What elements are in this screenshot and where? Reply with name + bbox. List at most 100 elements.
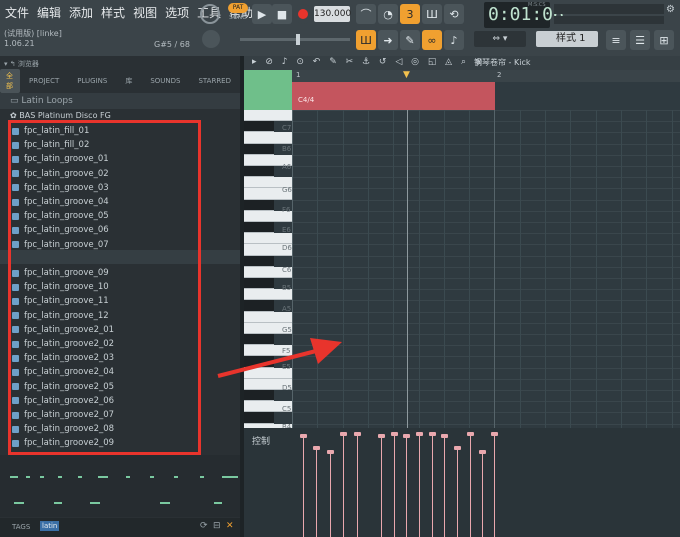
pattern-edit-icon[interactable]: ≡ xyxy=(606,30,626,50)
timeline-ruler[interactable]: 1 2 ▼ xyxy=(292,70,680,82)
velocity-bar[interactable] xyxy=(357,434,358,537)
step-edit-icon[interactable]: Ш xyxy=(422,4,442,24)
record-button[interactable] xyxy=(293,4,313,24)
velocity-bar[interactable] xyxy=(330,452,331,537)
velocity-bar[interactable] xyxy=(457,448,458,537)
velocity-bar[interactable] xyxy=(494,434,495,537)
tab-project[interactable]: PROJECT xyxy=(20,77,68,85)
velocity-handle[interactable] xyxy=(340,432,347,436)
black-key[interactable] xyxy=(244,143,274,155)
velocity-bar[interactable] xyxy=(381,436,382,537)
folder-row[interactable]: ▭ Latin Loops xyxy=(0,93,240,109)
black-key[interactable] xyxy=(244,166,274,178)
loop-region[interactable]: C4/4 xyxy=(292,82,495,110)
velocity-handle[interactable] xyxy=(391,432,398,436)
velocity-handle[interactable] xyxy=(378,434,385,438)
velocity-handle[interactable] xyxy=(327,450,334,454)
menu-options[interactable]: 选项 xyxy=(162,4,192,22)
arrow-icon[interactable]: ➜ xyxy=(378,30,398,50)
master-volume-knob[interactable] xyxy=(200,4,220,24)
playhead-marker-icon[interactable]: ▼ xyxy=(403,70,410,80)
song-toggle[interactable]: SONG xyxy=(228,14,248,23)
loop-record-icon[interactable]: ⟲ xyxy=(444,4,464,24)
piano-roll-icon[interactable]: Ш xyxy=(356,30,376,50)
white-key[interactable] xyxy=(244,132,292,144)
menu-file[interactable]: 文件 xyxy=(2,4,32,22)
master-pitch-slider[interactable] xyxy=(240,38,350,41)
metronome-icon[interactable]: ⌒ xyxy=(356,4,376,24)
stop-button[interactable]: ■ xyxy=(272,4,292,24)
note-label: E6 xyxy=(282,226,291,234)
velocity-handle[interactable] xyxy=(467,432,474,436)
close-icon[interactable]: ✕ xyxy=(226,521,234,531)
master-pitch-knob[interactable] xyxy=(202,30,220,48)
black-key[interactable] xyxy=(244,222,274,234)
pattern-label: 样式 1 xyxy=(556,33,586,44)
slider-handle[interactable] xyxy=(296,34,300,45)
velocity-handle[interactable] xyxy=(491,432,498,436)
time-signature-marker: C4/4 xyxy=(298,96,315,104)
velocity-bar[interactable] xyxy=(470,434,471,537)
metronome-snap-icon[interactable]: ♪ xyxy=(444,30,464,50)
menu-edit[interactable]: 编辑 xyxy=(34,4,64,22)
velocity-handle[interactable] xyxy=(454,446,461,450)
black-key[interactable] xyxy=(244,121,274,133)
velocity-bar[interactable] xyxy=(303,436,304,537)
bar-2-label: 2 xyxy=(497,71,502,79)
refresh-icon[interactable]: ⟳ xyxy=(200,521,208,531)
velocity-handle[interactable] xyxy=(479,450,486,454)
settings-gear-icon[interactable]: ⚙ xyxy=(666,4,678,16)
white-key[interactable] xyxy=(244,110,292,122)
velocity-handle[interactable] xyxy=(403,434,410,438)
tab-all[interactable]: 全部 xyxy=(0,69,20,93)
tab-starred[interactable]: STARRED xyxy=(189,77,240,85)
time-display[interactable]: 0:01:06 M:S:CS xyxy=(484,2,564,28)
velocity-bar[interactable] xyxy=(406,436,407,537)
menu-add[interactable]: 添加 xyxy=(66,4,96,22)
velocity-bar[interactable] xyxy=(444,436,445,537)
velocity-handle[interactable] xyxy=(429,432,436,436)
velocity-bar[interactable] xyxy=(343,434,344,537)
pattern-select[interactable]: 样式 1 xyxy=(536,31,598,47)
playlist-icon[interactable]: ☰ xyxy=(630,30,650,50)
grid-beat-line xyxy=(646,110,648,428)
velocity-bar[interactable] xyxy=(316,448,317,537)
mixer-icon[interactable]: ⊞ xyxy=(654,30,674,50)
black-key[interactable] xyxy=(244,390,274,402)
search-field[interactable]: latin xyxy=(40,521,60,531)
tab-library[interactable]: 库 xyxy=(116,76,141,86)
black-key[interactable] xyxy=(244,255,274,267)
link-icon[interactable]: ∞ xyxy=(422,30,442,50)
velocity-bar[interactable] xyxy=(482,452,483,537)
velocity-handle[interactable] xyxy=(354,432,361,436)
clear-icon[interactable]: ⊟ xyxy=(213,521,221,531)
velocity-handle[interactable] xyxy=(300,434,307,438)
note-label: C7 xyxy=(282,124,292,132)
velocity-bar[interactable] xyxy=(432,434,433,537)
velocity-bar[interactable] xyxy=(394,434,395,537)
wait-record-icon[interactable]: ◔ xyxy=(378,4,398,24)
velocity-handle[interactable] xyxy=(441,434,448,438)
black-key[interactable] xyxy=(244,300,274,312)
white-key[interactable] xyxy=(244,233,292,245)
pat-toggle[interactable]: PAT xyxy=(228,3,248,13)
tab-plugins[interactable]: PLUGINS xyxy=(68,77,116,85)
black-key[interactable] xyxy=(244,278,274,290)
snap-select[interactable]: ⇔ ▾ xyxy=(474,31,526,47)
tool-icons[interactable]: ▸ ⊘ ♪ ⊙ ↶ ✎ ✂ ⚓ ↺ ◁ ◎ ◱ ◬ ⌕ ⊕ xyxy=(252,57,485,67)
highlight-box xyxy=(8,120,201,455)
brush-icon[interactable]: ✎ xyxy=(400,30,420,50)
black-key[interactable] xyxy=(244,199,274,211)
velocity-handle[interactable] xyxy=(416,432,423,436)
velocity-handle[interactable] xyxy=(313,446,320,450)
tempo-display[interactable]: 130.000 xyxy=(314,6,351,22)
menu-patterns[interactable]: 样式 xyxy=(98,4,128,22)
black-key[interactable] xyxy=(244,412,274,424)
play-button[interactable]: ▶ xyxy=(252,4,272,24)
grid-beat-line xyxy=(393,110,395,428)
countdown-icon[interactable]: 3 xyxy=(400,4,420,24)
menu-view[interactable]: 视图 xyxy=(130,4,160,22)
velocity-bar[interactable] xyxy=(419,434,420,537)
tab-sounds[interactable]: SOUNDS xyxy=(141,77,189,85)
white-key[interactable] xyxy=(244,311,292,323)
